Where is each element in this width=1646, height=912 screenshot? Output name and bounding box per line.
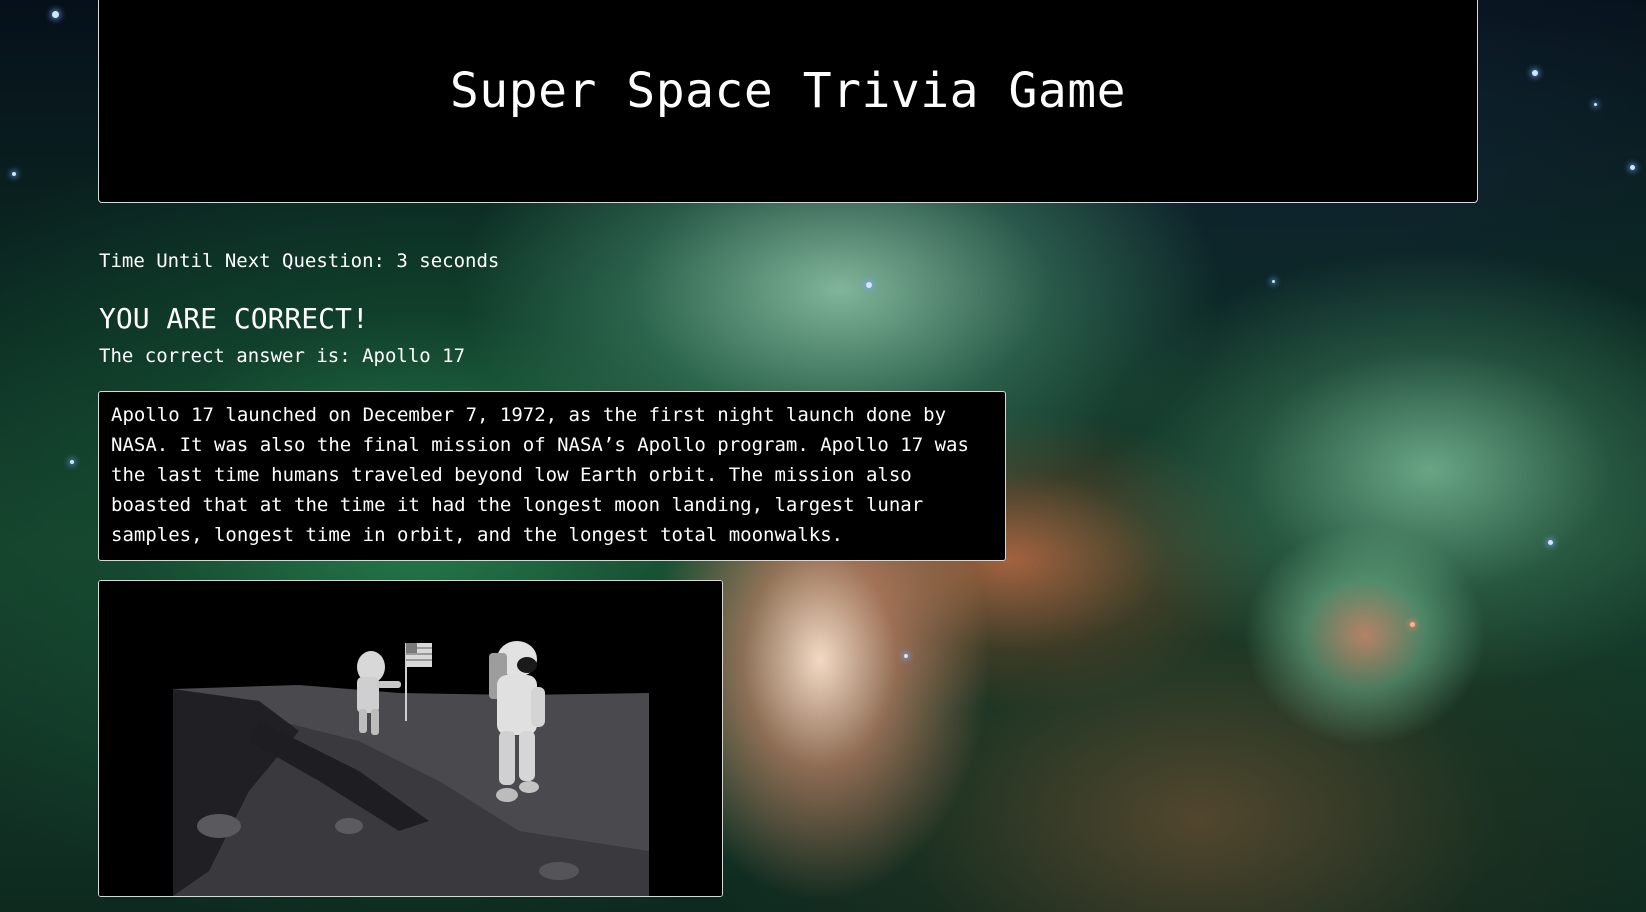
background-star: [12, 172, 16, 176]
answer-photo: [98, 580, 723, 897]
background-star: [904, 654, 908, 658]
background-star: [1532, 70, 1538, 76]
correct-answer-text: The correct answer is: Apollo 17: [99, 345, 466, 367]
result-heading: YOU ARE CORRECT!: [99, 302, 369, 335]
page-title: Super Space Trivia Game: [449, 62, 1127, 119]
background-star: [1630, 165, 1635, 170]
background-star: [1410, 622, 1415, 627]
countdown-timer: Time Until Next Question: 3 seconds: [99, 250, 500, 272]
background-star: [1548, 540, 1553, 545]
moon-landing-image: [99, 581, 722, 896]
background-star: [866, 282, 872, 288]
background-star: [1272, 280, 1275, 283]
background-star: [52, 11, 59, 18]
background-star: [70, 460, 74, 464]
fact-description: Apollo 17 launched on December 7, 1972, …: [98, 391, 1006, 561]
background-star: [1594, 103, 1597, 106]
header-panel: Super Space Trivia Game: [98, 0, 1478, 203]
